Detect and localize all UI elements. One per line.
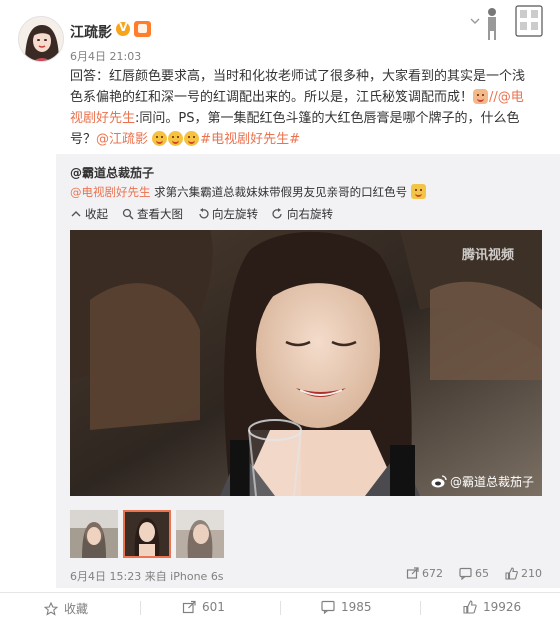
post-text-line: 号？: [70, 132, 97, 147]
original-stats: 672 65 210: [406, 567, 542, 580]
photo-thumbnail-selected[interactable]: [123, 510, 171, 558]
collapse-icon: [71, 211, 81, 217]
original-text: @电视剧好先生 求第六集霸道总裁妹妹带假男友见亲哥的口红色号: [70, 184, 427, 200]
action-divider: [420, 601, 421, 615]
rotate-left-icon: [199, 208, 209, 219]
video-logo: 腾讯视频: [461, 248, 514, 263]
photo-thumbnail[interactable]: [176, 510, 224, 558]
repost-button[interactable]: 601: [182, 600, 225, 614]
view-large-label: 查看大图: [137, 207, 183, 221]
collapse-button[interactable]: 收起: [70, 206, 108, 222]
repost-box: @霸道总裁茄子 @电视剧好先生 求第六集霸道总裁妹妹带假男友见亲哥的口红色号 收…: [56, 154, 560, 588]
media-toolbar: 收起 查看大图 向左旋转 向右旋转: [70, 206, 333, 222]
repost-icon: [182, 600, 196, 614]
rotate-right-label: 向右旋转: [287, 207, 333, 221]
repost-icon: [406, 567, 419, 579]
action-divider: [280, 601, 281, 615]
repost-count: 672: [422, 567, 443, 580]
favorite-label: 收藏: [64, 602, 89, 616]
original-text-body: 求第六集霸道总裁妹妹带假男友见亲哥的口红色号: [150, 185, 408, 199]
user-mention-link[interactable]: //@电: [489, 90, 524, 105]
post-text: 回答：红唇颜色要求高，当时和化妆老师试了很多种，大家看到的其实是一个浅 色系偏艳…: [70, 66, 548, 150]
original-repost-count[interactable]: 672: [406, 567, 443, 580]
hashtag-link[interactable]: #电视剧好先生#: [200, 132, 300, 147]
post-text-line: 回答：红唇颜色要求高，当时和化妆老师试了很多种，大家看到的其实是一个浅: [70, 69, 526, 84]
like-count: 210: [521, 567, 542, 580]
zoom-icon: [122, 208, 134, 220]
main-photo[interactable]: 腾讯视频 @霸道总裁茄子: [70, 230, 542, 496]
comment-icon: [321, 600, 335, 614]
smile-emoji-icon: [184, 131, 200, 146]
thumbs-up-icon: [505, 567, 518, 580]
star-icon: [44, 601, 58, 616]
gesture-emoji-icon: [473, 89, 489, 104]
avatar[interactable]: [18, 16, 64, 62]
watermark-text: @霸道总裁茄子: [449, 475, 534, 489]
photo-thumbnail[interactable]: [70, 510, 118, 558]
smile-emoji-icon: [168, 131, 184, 146]
post-time[interactable]: 6月4日 21:03: [70, 48, 141, 64]
comment-count: 65: [475, 567, 489, 580]
collapse-label: 收起: [85, 207, 108, 221]
verified-icon: [116, 21, 130, 36]
photo-image: [70, 230, 542, 496]
original-author-link[interactable]: @霸道总裁茄子: [70, 164, 154, 181]
rotate-right-icon: [272, 208, 282, 219]
user-mention-link[interactable]: @电视剧好先生: [70, 185, 151, 199]
action-bar: 收藏 601 1985 19926: [0, 592, 560, 621]
favorite-button[interactable]: 收藏: [44, 600, 88, 617]
weibo-logo-icon: [431, 475, 447, 488]
user-mention-link[interactable]: 视剧好先生: [70, 111, 135, 126]
action-divider: [140, 601, 141, 615]
rotate-left-label: 向左旋转: [212, 207, 258, 221]
rotate-left-button[interactable]: 向左旋转: [197, 206, 258, 222]
card-decoration: [488, 5, 543, 40]
weibo-watermark: @霸道总裁茄子: [431, 473, 534, 490]
post-text-line: 色系偏艳的红和深一号的红调配出来的。所以是，江氏秘笈调配而成！: [70, 90, 474, 105]
username[interactable]: 江疏影: [70, 22, 112, 42]
smile-emoji-icon: [152, 131, 168, 146]
original-comment-count[interactable]: 65: [459, 567, 489, 580]
like-count: 19926: [483, 600, 522, 614]
cat-emoji-icon: [410, 184, 426, 199]
original-like-count[interactable]: 210: [505, 567, 542, 580]
comment-icon: [459, 567, 472, 580]
thumbs-up-icon: [463, 600, 477, 614]
comment-button[interactable]: 1985: [321, 600, 372, 614]
like-button[interactable]: 19926: [463, 600, 521, 614]
post-text-line: :同问。PS，第一集配红色斗篷的大红色唇膏是哪个牌子的，什么色: [135, 111, 520, 126]
comment-count: 1985: [341, 600, 372, 614]
rotate-right-button[interactable]: 向右旋转: [272, 206, 333, 222]
user-mention-link[interactable]: @江疏影: [96, 132, 148, 147]
view-large-button[interactable]: 查看大图: [122, 206, 183, 222]
member-icon[interactable]: [134, 21, 151, 37]
repost-count: 601: [202, 600, 225, 614]
original-post-meta[interactable]: 6月4日 15:23 来自 iPhone 6s: [70, 568, 224, 584]
